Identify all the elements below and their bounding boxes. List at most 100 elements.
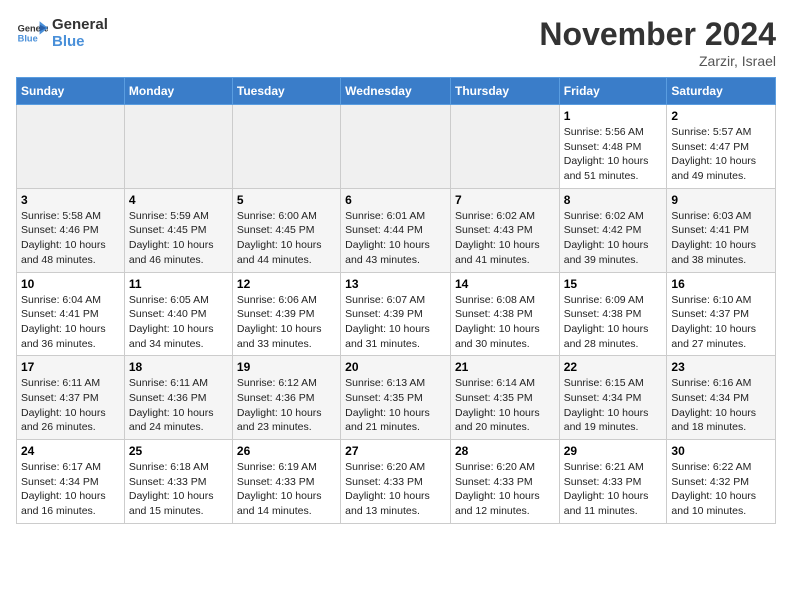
calendar-cell: 21 Sunrise: 6:14 AM Sunset: 4:35 PM Dayli…: [450, 356, 559, 440]
calendar-cell: 13 Sunrise: 6:07 AM Sunset: 4:39 PM Dayli…: [341, 272, 451, 356]
calendar-week-row: 10 Sunrise: 6:04 AM Sunset: 4:41 PM Dayli…: [17, 272, 776, 356]
day-info: Sunrise: 6:05 AM Sunset: 4:40 PM Dayligh…: [129, 293, 228, 352]
calendar-cell: 3 Sunrise: 5:58 AM Sunset: 4:46 PM Daylig…: [17, 188, 125, 272]
day-number: 21: [455, 360, 555, 374]
calendar-cell: 7 Sunrise: 6:02 AM Sunset: 4:43 PM Daylig…: [450, 188, 559, 272]
header-thursday: Thursday: [450, 78, 559, 105]
day-number: 25: [129, 444, 228, 458]
day-number: 4: [129, 193, 228, 207]
day-number: 27: [345, 444, 446, 458]
day-number: 11: [129, 277, 228, 291]
day-info: Sunrise: 6:04 AM Sunset: 4:41 PM Dayligh…: [21, 293, 120, 352]
calendar-cell: 4 Sunrise: 5:59 AM Sunset: 4:45 PM Daylig…: [124, 188, 232, 272]
calendar-cell: 20 Sunrise: 6:13 AM Sunset: 4:35 PM Dayli…: [341, 356, 451, 440]
logo: General Blue General Blue: [16, 16, 108, 50]
calendar-cell: 6 Sunrise: 6:01 AM Sunset: 4:44 PM Daylig…: [341, 188, 451, 272]
logo-name-general: General: [52, 16, 108, 33]
calendar-cell: 29Sunrise: 6:21 AM Sunset: 4:33 PM Dayli…: [559, 440, 667, 524]
calendar-cell: 2Sunrise: 5:57 AM Sunset: 4:47 PM Daylig…: [667, 105, 776, 189]
header-sunday: Sunday: [17, 78, 125, 105]
day-number: 7: [455, 193, 555, 207]
day-number: 13: [345, 277, 446, 291]
day-number: 10: [21, 277, 120, 291]
page-header: General Blue General Blue November 2024 …: [16, 16, 776, 69]
day-info: Sunrise: 6:09 AM Sunset: 4:38 PM Dayligh…: [564, 293, 663, 352]
day-info: Sunrise: 6:18 AM Sunset: 4:33 PM Dayligh…: [129, 460, 228, 519]
day-number: 20: [345, 360, 446, 374]
day-number: 30: [671, 444, 771, 458]
calendar-cell: 15Sunrise: 6:09 AM Sunset: 4:38 PM Dayli…: [559, 272, 667, 356]
header-friday: Friday: [559, 78, 667, 105]
day-number: 6: [345, 193, 446, 207]
day-number: 29: [564, 444, 663, 458]
calendar-cell: 26 Sunrise: 6:19 AM Sunset: 4:33 PM Dayli…: [232, 440, 340, 524]
day-number: 17: [21, 360, 120, 374]
day-number: 16: [671, 277, 771, 291]
day-number: 3: [21, 193, 120, 207]
day-info: Sunrise: 6:12 AM Sunset: 4:36 PM Dayligh…: [237, 376, 336, 435]
calendar-cell: 17 Sunrise: 6:11 AM Sunset: 4:37 PM Dayli…: [17, 356, 125, 440]
calendar-cell: 10 Sunrise: 6:04 AM Sunset: 4:41 PM Dayli…: [17, 272, 125, 356]
day-number: 2: [671, 109, 771, 123]
day-info: Sunrise: 6:13 AM Sunset: 4:35 PM Dayligh…: [345, 376, 446, 435]
day-info: Sunrise: 6:02 AM Sunset: 4:43 PM Dayligh…: [455, 209, 555, 268]
month-title: November 2024: [539, 16, 776, 53]
day-number: 19: [237, 360, 336, 374]
day-info: Sunrise: 6:00 AM Sunset: 4:45 PM Dayligh…: [237, 209, 336, 268]
day-info: Sunrise: 6:16 AM Sunset: 4:34 PM Dayligh…: [671, 376, 771, 435]
day-number: 24: [21, 444, 120, 458]
calendar-table: Sunday Monday Tuesday Wednesday Thursday…: [16, 77, 776, 524]
calendar-cell: [450, 105, 559, 189]
day-number: 12: [237, 277, 336, 291]
day-number: 22: [564, 360, 663, 374]
calendar-week-row: 1 Sunrise: 5:56 AM Sunset: 4:48 PM Daylig…: [17, 105, 776, 189]
day-info: Sunrise: 6:10 AM Sunset: 4:37 PM Dayligh…: [671, 293, 771, 352]
calendar-cell: 16 Sunrise: 6:10 AM Sunset: 4:37 PM Dayli…: [667, 272, 776, 356]
calendar-cell: 11 Sunrise: 6:05 AM Sunset: 4:40 PM Dayli…: [124, 272, 232, 356]
day-number: 9: [671, 193, 771, 207]
title-area: November 2024 Zarzir, Israel: [539, 16, 776, 69]
day-info: Sunrise: 6:07 AM Sunset: 4:39 PM Dayligh…: [345, 293, 446, 352]
day-info: Sunrise: 6:03 AM Sunset: 4:41 PM Dayligh…: [671, 209, 771, 268]
day-info: Sunrise: 6:08 AM Sunset: 4:38 PM Dayligh…: [455, 293, 555, 352]
day-info: Sunrise: 6:22 AM Sunset: 4:32 PM Dayligh…: [671, 460, 771, 519]
day-info: Sunrise: 6:02 AM Sunset: 4:42 PM Dayligh…: [564, 209, 663, 268]
header-saturday: Saturday: [667, 78, 776, 105]
calendar-cell: [341, 105, 451, 189]
day-info: Sunrise: 5:58 AM Sunset: 4:46 PM Dayligh…: [21, 209, 120, 268]
day-number: 8: [564, 193, 663, 207]
day-number: 28: [455, 444, 555, 458]
day-info: Sunrise: 6:14 AM Sunset: 4:35 PM Dayligh…: [455, 376, 555, 435]
day-info: Sunrise: 6:01 AM Sunset: 4:44 PM Dayligh…: [345, 209, 446, 268]
calendar-week-row: 24Sunrise: 6:17 AM Sunset: 4:34 PM Dayli…: [17, 440, 776, 524]
calendar-cell: 19 Sunrise: 6:12 AM Sunset: 4:36 PM Dayli…: [232, 356, 340, 440]
day-info: Sunrise: 6:06 AM Sunset: 4:39 PM Dayligh…: [237, 293, 336, 352]
day-number: 5: [237, 193, 336, 207]
day-number: 18: [129, 360, 228, 374]
calendar-cell: 8 Sunrise: 6:02 AM Sunset: 4:42 PM Daylig…: [559, 188, 667, 272]
calendar-cell: 5 Sunrise: 6:00 AM Sunset: 4:45 PM Daylig…: [232, 188, 340, 272]
calendar-cell: 27Sunrise: 6:20 AM Sunset: 4:33 PM Dayli…: [341, 440, 451, 524]
calendar-cell: 9 Sunrise: 6:03 AM Sunset: 4:41 PM Daylig…: [667, 188, 776, 272]
day-number: 23: [671, 360, 771, 374]
calendar-cell: [124, 105, 232, 189]
calendar-cell: [232, 105, 340, 189]
calendar-cell: 18Sunrise: 6:11 AM Sunset: 4:36 PM Dayli…: [124, 356, 232, 440]
day-info: Sunrise: 5:59 AM Sunset: 4:45 PM Dayligh…: [129, 209, 228, 268]
day-info: Sunrise: 6:20 AM Sunset: 4:33 PM Dayligh…: [455, 460, 555, 519]
calendar-cell: 24Sunrise: 6:17 AM Sunset: 4:34 PM Dayli…: [17, 440, 125, 524]
day-info: Sunrise: 6:11 AM Sunset: 4:37 PM Dayligh…: [21, 376, 120, 435]
day-number: 1: [564, 109, 663, 123]
calendar-cell: 23 Sunrise: 6:16 AM Sunset: 4:34 PM Dayli…: [667, 356, 776, 440]
calendar-week-row: 17 Sunrise: 6:11 AM Sunset: 4:37 PM Dayli…: [17, 356, 776, 440]
location: Zarzir, Israel: [539, 53, 776, 69]
calendar-cell: 1 Sunrise: 5:56 AM Sunset: 4:48 PM Daylig…: [559, 105, 667, 189]
logo-icon: General Blue: [16, 19, 48, 47]
calendar-cell: 22Sunrise: 6:15 AM Sunset: 4:34 PM Dayli…: [559, 356, 667, 440]
day-number: 26: [237, 444, 336, 458]
calendar-cell: 12 Sunrise: 6:06 AM Sunset: 4:39 PM Dayli…: [232, 272, 340, 356]
day-info: Sunrise: 5:56 AM Sunset: 4:48 PM Dayligh…: [564, 125, 663, 184]
day-info: Sunrise: 6:19 AM Sunset: 4:33 PM Dayligh…: [237, 460, 336, 519]
svg-text:Blue: Blue: [18, 33, 38, 43]
calendar-week-row: 3 Sunrise: 5:58 AM Sunset: 4:46 PM Daylig…: [17, 188, 776, 272]
